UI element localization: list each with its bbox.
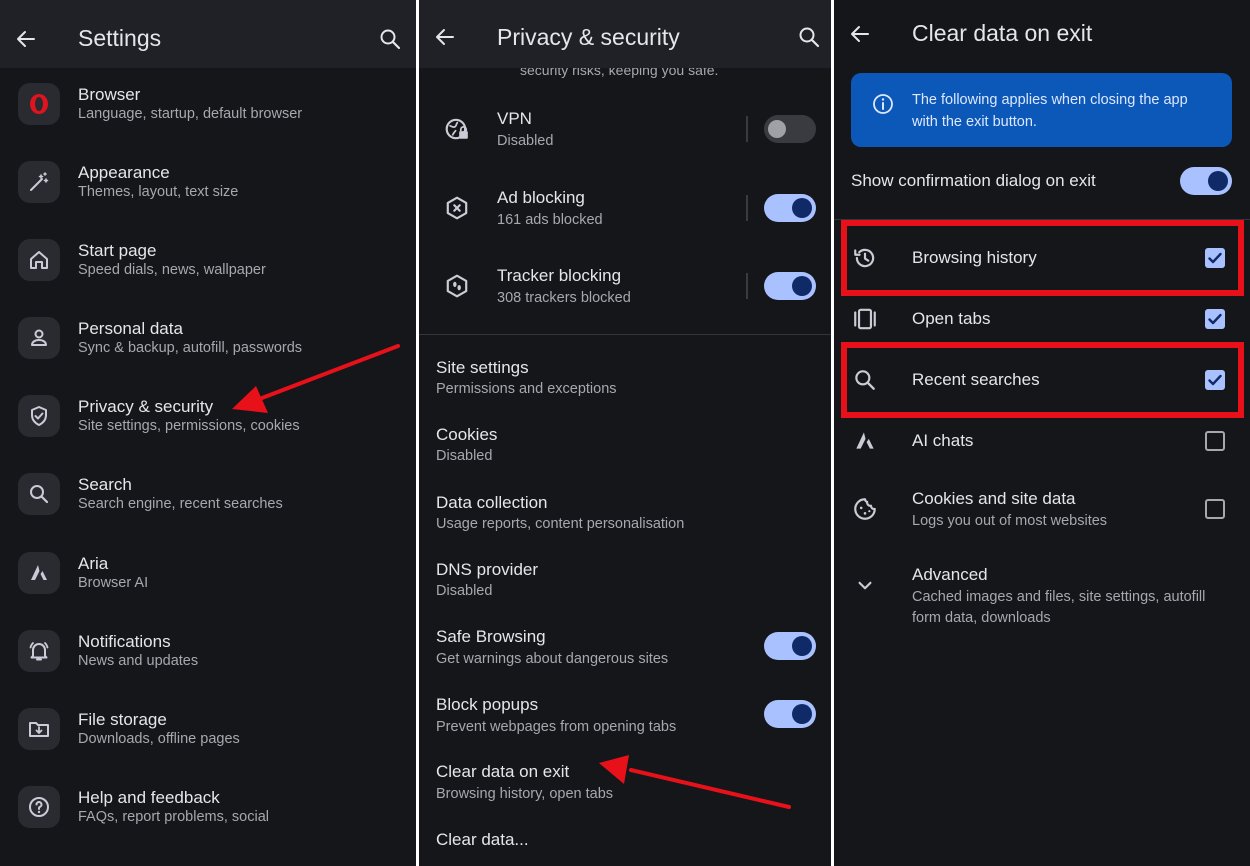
cookies-site-data-checkbox[interactable] <box>1205 499 1225 519</box>
clear-data-on-exit-screen: Clear data on exit The following applies… <box>834 0 1250 866</box>
open-tabs-checkbox[interactable] <box>1205 309 1225 329</box>
annotation-highlight-box <box>841 342 1244 418</box>
annotation-highlight-box <box>841 220 1244 296</box>
confirmation-dialog-toggle[interactable] <box>1180 167 1232 195</box>
item-title: Show confirmation dialog on exit <box>851 171 1096 190</box>
info-icon <box>871 92 895 116</box>
info-text: The following applies when closing the a… <box>912 92 1188 130</box>
cookies-site-data-row[interactable]: Cookies and site data Logs you out of mo… <box>834 486 1250 536</box>
settings-screen: Settings Browser Language, startup, defa… <box>0 0 416 866</box>
back-arrow-icon[interactable] <box>848 22 872 46</box>
item-subtitle-line2: form data, downloads <box>912 610 1051 626</box>
cookie-icon <box>851 495 879 523</box>
annotation-arrow <box>599 755 791 809</box>
clear-data-top-bar: Clear data on exit <box>834 0 1250 68</box>
tabs-icon <box>851 305 879 333</box>
info-banner: The following applies when closing the a… <box>851 73 1232 147</box>
item-title: Cookies and site data <box>912 489 1076 508</box>
item-subtitle: Logs you out of most websites <box>912 513 1108 529</box>
item-title: Open tabs <box>912 309 991 328</box>
privacy-security-screen: security risks, keeping you safe. Privac… <box>419 0 831 866</box>
page-title: Clear data on exit <box>912 20 1093 46</box>
item-title: Advanced <box>912 565 988 584</box>
ai-chats-checkbox[interactable] <box>1205 431 1225 451</box>
advanced-row[interactable]: Advanced Cached images and files, site s… <box>834 562 1250 632</box>
aria-icon <box>851 427 879 455</box>
item-title: AI chats <box>912 431 974 450</box>
open-tabs-row[interactable]: Open tabs <box>834 297 1250 341</box>
item-subtitle-line1: Cached images and files, site settings, … <box>912 589 1206 605</box>
annotation-arrow <box>232 344 400 413</box>
ai-chats-row[interactable]: AI chats <box>834 419 1250 463</box>
chevron-down-icon <box>851 571 879 599</box>
confirmation-dialog-row[interactable]: Show confirmation dialog on exit <box>834 165 1250 197</box>
